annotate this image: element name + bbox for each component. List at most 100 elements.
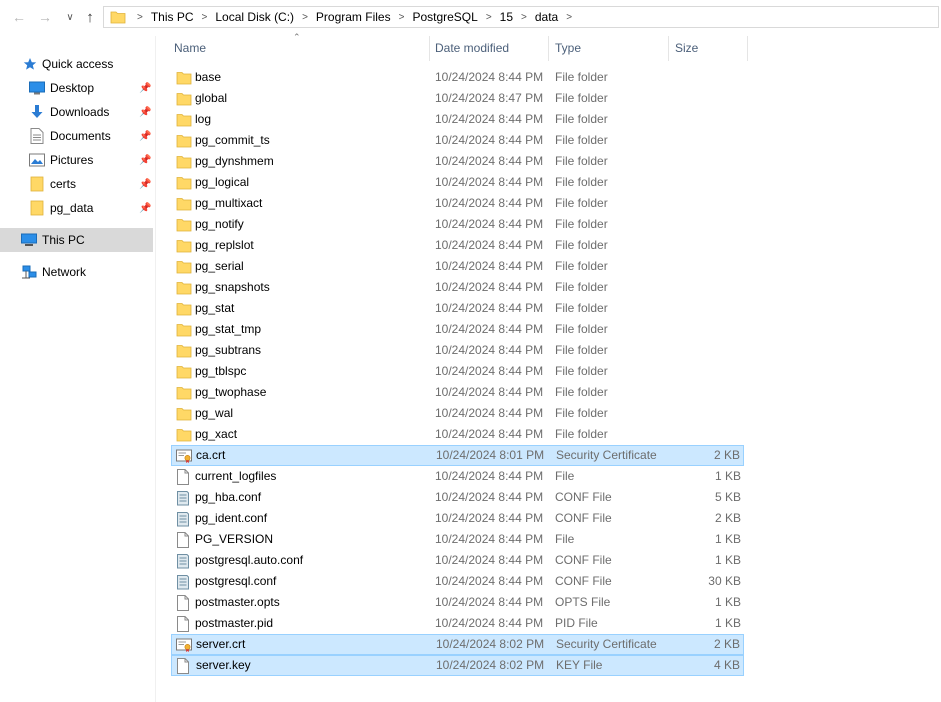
column-header-name[interactable]: Name: [174, 41, 206, 55]
file-name: server.key: [196, 658, 251, 672]
star-icon: [22, 56, 38, 72]
pin-icon[interactable]: 📌: [139, 131, 151, 142]
file-row[interactable]: pg_ident.conf 10/24/2024 8:44 PM CONF File…: [171, 508, 744, 529]
file-row[interactable]: pg_xact 10/24/2024 8:44 PM File folder: [171, 424, 744, 445]
file-type: File folder: [555, 238, 608, 252]
file-date-modified: 10/24/2024 8:44 PM: [435, 616, 544, 630]
nav-item-documents[interactable]: Documents 📌: [0, 124, 153, 148]
pin-icon[interactable]: 📌: [139, 179, 151, 190]
file-row[interactable]: pg_twophase 10/24/2024 8:44 PM File folder: [171, 382, 744, 403]
file-row[interactable]: pg_hba.conf 10/24/2024 8:44 PM CONF File 5 …: [171, 487, 744, 508]
file-type: File folder: [555, 364, 608, 378]
column-divider[interactable]: [548, 36, 549, 61]
column-divider[interactable]: [429, 36, 430, 61]
nav-item-label: pg_data: [50, 201, 94, 215]
file-size: 1 KB: [714, 595, 741, 609]
file-row[interactable]: pg_logical 10/24/2024 8:44 PM File folder: [171, 172, 744, 193]
nav-item-pictures[interactable]: Pictures 📌: [0, 148, 153, 172]
file-row[interactable]: base 10/24/2024 8:44 PM File folder: [171, 67, 744, 88]
file-row-selected[interactable]: ca.crt 10/24/2024 8:01 PM Security Certifi…: [171, 445, 744, 466]
column-divider[interactable]: [747, 36, 748, 61]
file-row[interactable]: pg_subtrans 10/24/2024 8:44 PM File folder: [171, 340, 744, 361]
file-row[interactable]: pg_stat 10/24/2024 8:44 PM File folder: [171, 298, 744, 319]
file-row[interactable]: pg_tblspc 10/24/2024 8:44 PM File folder: [171, 361, 744, 382]
file-date-modified: 10/24/2024 8:44 PM: [435, 322, 544, 336]
file-date-modified: 10/24/2024 8:44 PM: [435, 364, 544, 378]
breadcrumb-postgresql[interactable]: PostgreSQL: [409, 10, 480, 24]
file-row[interactable]: global 10/24/2024 8:47 PM File folder: [171, 88, 744, 109]
breadcrumb-separator-icon[interactable]: >: [394, 12, 410, 23]
forward-arrow-icon[interactable]: →: [37, 9, 53, 25]
pin-icon[interactable]: 📌: [139, 155, 151, 166]
file-icon: [176, 658, 192, 674]
file-name: pg_stat: [195, 301, 235, 315]
file-date-modified: 10/24/2024 8:02 PM: [436, 637, 545, 651]
file-row[interactable]: pg_notify 10/24/2024 8:44 PM File folder: [171, 214, 744, 235]
file-row-selected[interactable]: server.key 10/24/2024 8:02 PM KEY File 4 KB: [171, 655, 744, 676]
column-divider[interactable]: [668, 36, 669, 61]
file-date-modified: 10/24/2024 8:44 PM: [435, 217, 544, 231]
breadcrumb-separator-icon[interactable]: >: [481, 12, 497, 23]
file-row[interactable]: pg_multixact 10/24/2024 8:44 PM File folde…: [171, 193, 744, 214]
folder-icon: [176, 343, 192, 359]
file-row[interactable]: postgresql.auto.conf 10/24/2024 8:44 PM CO…: [171, 550, 744, 571]
recent-locations-chevron-icon[interactable]: ∨: [62, 9, 78, 25]
file-date-modified: 10/24/2024 8:44 PM: [435, 469, 544, 483]
file-row[interactable]: pg_dynshmem 10/24/2024 8:44 PM File folder: [171, 151, 744, 172]
nav-item-certs[interactable]: certs 📌: [0, 172, 153, 196]
file-row-selected[interactable]: server.crt 10/24/2024 8:02 PM Security Cer…: [171, 634, 744, 655]
file-date-modified: 10/24/2024 8:44 PM: [435, 175, 544, 189]
column-header-type[interactable]: Type: [555, 41, 581, 55]
pin-icon[interactable]: 📌: [139, 203, 151, 214]
file-name: postgresql.auto.conf: [195, 553, 304, 567]
nav-item-downloads[interactable]: Downloads 📌: [0, 100, 153, 124]
file-date-modified: 10/24/2024 8:44 PM: [435, 280, 544, 294]
breadcrumb-local-disk[interactable]: Local Disk (C:): [212, 10, 297, 24]
breadcrumb-separator-icon[interactable]: >: [297, 12, 313, 23]
nav-item-pg-data[interactable]: pg_data 📌: [0, 196, 153, 220]
file-row[interactable]: PG_VERSION 10/24/2024 8:44 PM File 1 KB: [171, 529, 744, 550]
breadcrumb-separator-icon[interactable]: >: [516, 12, 532, 23]
breadcrumb-separator-icon[interactable]: >: [561, 12, 577, 23]
folder-icon: [176, 259, 192, 275]
up-arrow-icon[interactable]: ↑: [82, 9, 98, 26]
pin-icon[interactable]: 📌: [139, 83, 151, 94]
breadcrumb-separator-icon[interactable]: >: [132, 12, 148, 23]
file-row[interactable]: postmaster.opts 10/24/2024 8:44 PM OPTS Fi…: [171, 592, 744, 613]
column-header-date[interactable]: Date modified: [435, 41, 509, 55]
file-row[interactable]: current_logfiles 10/24/2024 8:44 PM File 1 …: [171, 466, 744, 487]
file-row[interactable]: pg_stat_tmp 10/24/2024 8:44 PM File folder: [171, 319, 744, 340]
file-row[interactable]: pg_replslot 10/24/2024 8:44 PM File folder: [171, 235, 744, 256]
file-type: CONF File: [555, 511, 612, 525]
file-name: pg_ident.conf: [195, 511, 268, 525]
folder-icon: [176, 280, 192, 296]
file-row[interactable]: pg_serial 10/24/2024 8:44 PM File folder: [171, 256, 744, 277]
nav-item-desktop[interactable]: Desktop 📌: [0, 76, 153, 100]
breadcrumb-data[interactable]: data: [532, 10, 561, 24]
file-row[interactable]: pg_commit_ts 10/24/2024 8:44 PM File folde…: [171, 130, 744, 151]
file-row[interactable]: pg_snapshots 10/24/2024 8:44 PM File folde…: [171, 277, 744, 298]
this-pc-icon: [21, 232, 37, 248]
back-arrow-icon[interactable]: ←: [11, 9, 27, 25]
nav-this-pc[interactable]: This PC: [0, 228, 153, 252]
breadcrumb-15[interactable]: 15: [497, 10, 516, 24]
file-date-modified: 10/24/2024 8:44 PM: [435, 112, 544, 126]
file-name: global: [195, 91, 228, 105]
file-type: CONF File: [555, 553, 612, 567]
address-bar[interactable]: > This PC > Local Disk (C:) > Program Fi…: [103, 6, 939, 28]
nav-this-pc-label: This PC: [42, 233, 85, 247]
nav-quick-access[interactable]: Quick access: [0, 52, 153, 76]
file-row[interactable]: postmaster.pid 10/24/2024 8:44 PM PID File…: [171, 613, 744, 634]
folder-icon: [176, 91, 192, 107]
column-header-size[interactable]: Size: [675, 41, 698, 55]
breadcrumb-program-files[interactable]: Program Files: [313, 10, 394, 24]
nav-network[interactable]: Network: [0, 260, 153, 284]
file-name: pg_tblspc: [195, 364, 247, 378]
file-row[interactable]: postgresql.conf 10/24/2024 8:44 PM CONF Fi…: [171, 571, 744, 592]
file-row[interactable]: pg_wal 10/24/2024 8:44 PM File folder: [171, 403, 744, 424]
pin-icon[interactable]: 📌: [139, 107, 151, 118]
file-row[interactable]: log 10/24/2024 8:44 PM File folder: [171, 109, 744, 130]
nav-network-label: Network: [42, 265, 87, 279]
breadcrumb-separator-icon[interactable]: >: [197, 12, 213, 23]
breadcrumb-this-pc[interactable]: This PC: [148, 10, 197, 24]
